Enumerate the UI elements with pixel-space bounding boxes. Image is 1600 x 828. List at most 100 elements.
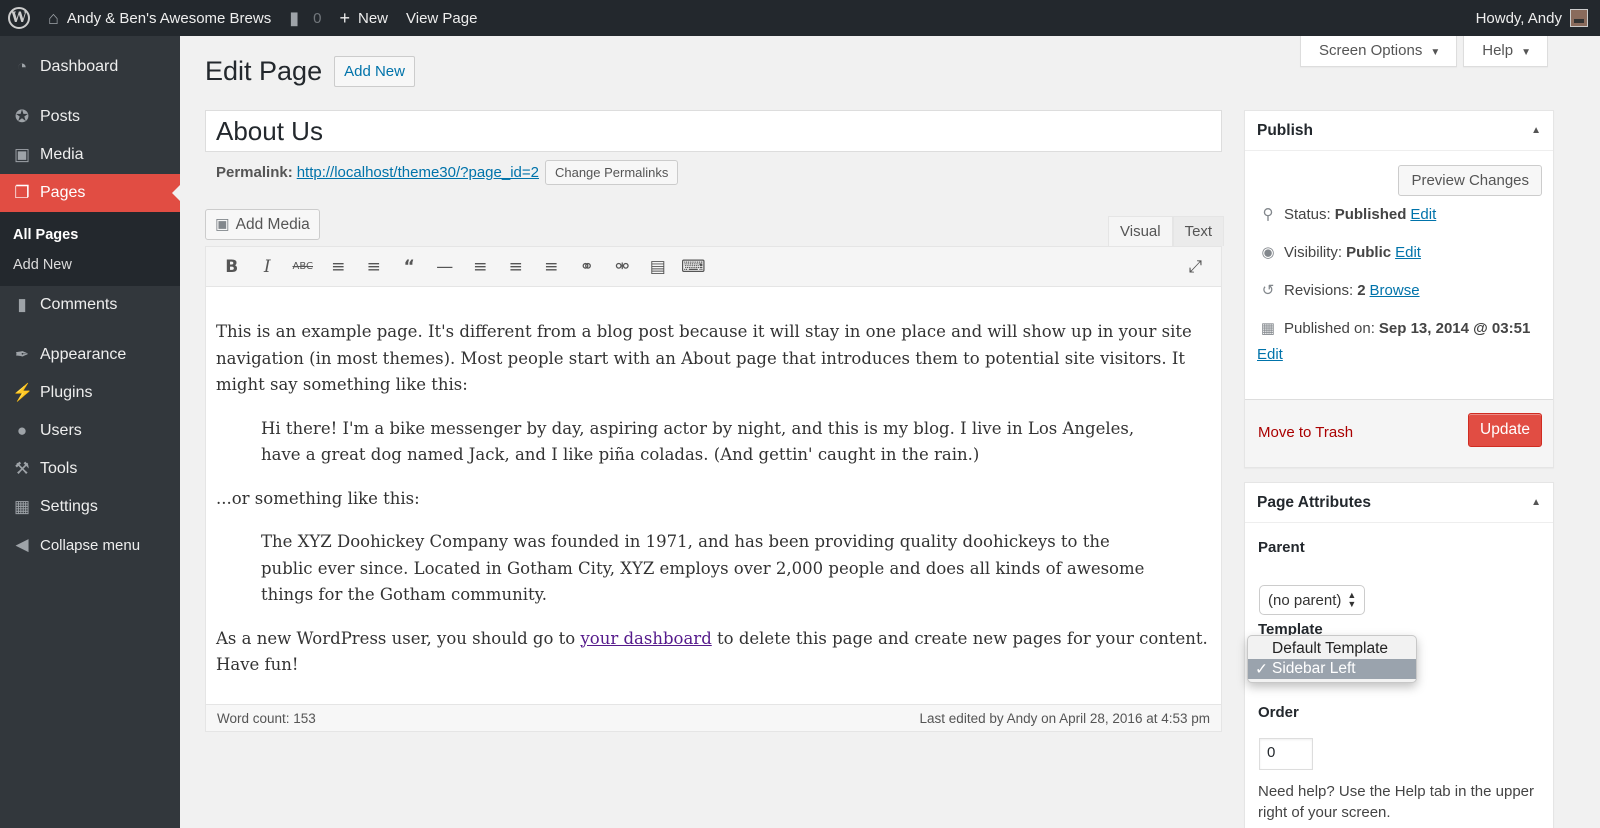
change-permalinks-button[interactable]: Change Permalinks [544, 160, 679, 185]
dashboard-icon: ◔ [16, 57, 28, 76]
dashboard-link[interactable]: your dashboard [580, 629, 711, 648]
site-name-link[interactable]: ⌂ Andy & Ben's Awesome Brews [39, 0, 280, 36]
template-dropdown[interactable]: Default Template ✓ Sidebar Left [1247, 635, 1417, 683]
status-value: Published [1334, 205, 1407, 223]
post-title-input[interactable]: About Us [205, 110, 1222, 152]
main-content: Screen Options ▼ Help ▼ Edit Page Add New … [180, 36, 1600, 828]
add-new-button[interactable]: Add New [334, 56, 415, 87]
align-center-icon[interactable]: ≡ [498, 257, 534, 277]
template-option-selected[interactable]: ✓ Sidebar Left [1248, 659, 1416, 679]
numbered-list-icon[interactable]: ≡ [356, 257, 392, 277]
eye-icon: ◉ [1261, 244, 1275, 261]
screen-options-button[interactable]: Screen Options ▼ [1299, 36, 1458, 67]
edit-status-link[interactable]: Edit [1410, 206, 1436, 223]
visibility-label: Visibility: [1284, 243, 1343, 261]
bold-icon[interactable]: B [214, 257, 250, 277]
sidebar-collapse-menu[interactable]: ◀ Collapse menu [0, 526, 180, 564]
align-right-icon[interactable]: ≡ [534, 257, 570, 277]
plus-icon: + [339, 7, 350, 28]
link-icon[interactable]: ⚭ [569, 257, 605, 277]
sidebar-item-media[interactable]: ▣ Media [0, 136, 180, 174]
edit-date-link[interactable]: Edit [1257, 346, 1283, 363]
publish-header[interactable]: Publish ▲ [1245, 111, 1553, 151]
status-label: Status: [1284, 205, 1331, 223]
sidebar-item-label: Posts [40, 108, 81, 125]
view-page-label: View Page [406, 9, 478, 27]
comments-link[interactable]: ▮ 0 [280, 0, 330, 36]
blockquote-icon[interactable]: “ [392, 257, 428, 277]
media-icon: ▣ [215, 216, 230, 233]
revisions-value: 2 [1357, 281, 1366, 299]
browse-revisions-link[interactable]: Browse [1370, 282, 1420, 299]
sidebar-item-label: Tools [40, 460, 78, 477]
caret-down-icon: ▼ [1521, 47, 1531, 58]
help-label: Help [1482, 42, 1514, 59]
edit-visibility-link[interactable]: Edit [1395, 244, 1421, 261]
publish-actions: Move to Trash Update [1245, 399, 1553, 467]
paragraph-text: As a new WordPress user, you should go t… [216, 628, 581, 648]
sidebar-item-appearance[interactable]: ✒ Appearance [0, 336, 180, 374]
collapse-arrow-icon[interactable]: ▲ [1531, 497, 1541, 508]
editor-content[interactable]: This is an example page. It's different … [206, 287, 1221, 679]
wordpress-logo[interactable]: W [0, 0, 39, 36]
sidebar-item-pages[interactable]: ❐ Pages [0, 174, 180, 212]
plug-icon: ⚡ [12, 383, 34, 402]
publish-box: Publish ▲ Preview Changes ⚲ Status: Publ… [1244, 110, 1554, 468]
sidebar-item-label: Media [40, 146, 84, 163]
collapse-arrow-icon[interactable]: ▲ [1531, 125, 1541, 136]
publish-title: Publish [1257, 121, 1313, 139]
toolbar-toggle-icon[interactable]: ⌨ [676, 257, 712, 277]
sidebar-item-users[interactable]: ● Users [0, 412, 180, 450]
preview-changes-button[interactable]: Preview Changes [1398, 165, 1542, 196]
italic-icon[interactable]: I [250, 257, 286, 277]
screen-meta-links: Screen Options ▼ Help ▼ [1299, 36, 1548, 67]
help-button[interactable]: Help ▼ [1463, 36, 1548, 67]
sidebar-item-dashboard[interactable]: ◔ Dashboard [0, 48, 180, 86]
media-icon: ▣ [13, 145, 31, 164]
tab-text[interactable]: Text [1172, 216, 1225, 246]
submenu-add-new[interactable]: Add New [0, 250, 180, 280]
page-attributes-title: Page Attributes [1257, 493, 1371, 511]
view-page-link[interactable]: View Page [397, 0, 486, 36]
tab-visual[interactable]: Visual [1108, 216, 1173, 246]
sidebar-item-label: Settings [40, 498, 98, 515]
sidebar-item-settings[interactable]: ▦ Settings [0, 488, 180, 526]
revisions-label: Revisions: [1284, 281, 1354, 299]
checkmark-icon: ✓ [1255, 661, 1268, 678]
bullet-list-icon[interactable]: ≡ [321, 257, 357, 277]
parent-select-value: (no parent) [1268, 591, 1342, 609]
sidebar-item-label: Dashboard [40, 58, 119, 75]
order-input[interactable]: 0 [1259, 738, 1313, 770]
sidebar-item-tools[interactable]: ⚒ Tools [0, 450, 180, 488]
last-edited: Last edited by Andy on April 28, 2016 at… [919, 710, 1210, 726]
admin-bar: W ⌂ Andy & Ben's Awesome Brews ▮ 0 + New… [0, 0, 1600, 36]
blockquote: The XYZ Doohickey Company was founded in… [261, 532, 1145, 604]
blockquote: Hi there! I'm a bike messenger by day, a… [261, 418, 1135, 465]
move-to-trash-link[interactable]: Move to Trash [1258, 424, 1353, 441]
align-left-icon[interactable]: ≡ [463, 257, 499, 277]
my-account[interactable]: Howdy, Andy [1476, 9, 1600, 27]
fullscreen-icon[interactable]: ⤢ [1178, 257, 1214, 277]
new-content-link[interactable]: + New [330, 0, 397, 36]
caret-down-icon: ▼ [1430, 47, 1441, 58]
unlink-icon[interactable]: ⚮ [605, 257, 641, 277]
sidebar-item-posts[interactable]: ✪ Posts [0, 98, 180, 136]
editor: B I ABC ≡ ≡ “ — ≡ ≡ ≡ ⚭ ⚮ ▤ ⌨ ⤢ This is … [205, 246, 1222, 732]
pin-icon: ⚲ [1262, 206, 1274, 223]
parent-select[interactable]: (no parent) ▲ ▼ [1259, 585, 1366, 615]
sidebar-item-label: Plugins [40, 384, 93, 401]
calendar-icon: ▦ [1260, 320, 1276, 337]
avatar [1570, 9, 1588, 27]
page-attributes-header[interactable]: Page Attributes ▲ [1245, 483, 1553, 523]
read-more-icon[interactable]: ▤ [640, 257, 676, 277]
template-option[interactable]: Default Template [1248, 639, 1416, 659]
sidebar-item-plugins[interactable]: ⚡ Plugins [0, 374, 180, 412]
strikethrough-icon[interactable]: ABC [285, 261, 321, 272]
permalink-url[interactable]: http://localhost/theme30/?page_id=2 [297, 164, 539, 181]
submenu-all-pages[interactable]: All Pages [0, 220, 180, 250]
horizontal-line-icon[interactable]: — [427, 257, 463, 277]
update-button[interactable]: Update [1468, 413, 1542, 447]
editor-status-bar: Word count: 153 Last edited by Andy on A… [206, 704, 1221, 731]
add-media-button[interactable]: ▣ Add Media [205, 209, 320, 240]
sidebar-item-comments[interactable]: ▮ Comments [0, 286, 180, 324]
